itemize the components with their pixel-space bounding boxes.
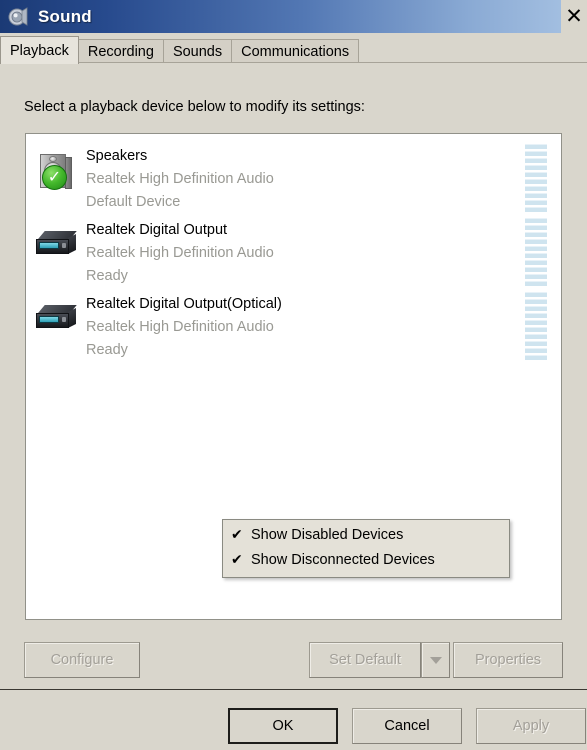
- device-icon-wrap: [26, 215, 86, 277]
- set-default-button[interactable]: Set Default: [309, 642, 421, 678]
- device-name: Realtek Digital Output(Optical): [86, 296, 282, 312]
- device-action-buttons: Configure Set Default Properties: [0, 635, 587, 681]
- close-button[interactable]: ✕: [561, 0, 587, 33]
- set-default-dropdown-button[interactable]: [421, 642, 450, 678]
- device-name: Speakers: [86, 148, 148, 164]
- check-glyph: ✓: [47, 166, 62, 186]
- window-title: Sound: [38, 6, 92, 26]
- tab-recording[interactable]: Recording: [77, 39, 164, 64]
- device-driver: Realtek High Definition Audio: [86, 245, 274, 261]
- sound-dialog: Sound ✕ Playback Recording Sounds Commun…: [0, 0, 587, 750]
- device-icon-wrap: ✓: [26, 141, 86, 203]
- device-text-block: Speakers Realtek High Definition Audio D…: [86, 141, 561, 214]
- context-menu[interactable]: ✔ Show Disabled Devices ✔ Show Disconnec…: [222, 519, 510, 578]
- volume-meter: [525, 292, 547, 362]
- device-driver: Realtek High Definition Audio: [86, 171, 274, 187]
- configure-button[interactable]: Configure: [24, 642, 140, 678]
- device-list-item-speakers[interactable]: ✓ Speakers Realtek High Definition Audio…: [26, 134, 561, 212]
- device-driver: Realtek High Definition Audio: [86, 319, 274, 335]
- device-status: Ready: [86, 342, 128, 358]
- playback-panel: Select a playback device below to modify…: [0, 62, 587, 689]
- menu-item-show-disconnected-devices[interactable]: ✔ Show Disconnected Devices: [223, 548, 509, 573]
- chevron-down-icon: [429, 656, 442, 664]
- digital-output-icon: [35, 305, 77, 335]
- device-icon-wrap: [26, 289, 86, 351]
- instruction-text: Select a playback device below to modify…: [24, 99, 365, 115]
- digital-output-icon: [35, 231, 77, 261]
- device-list-item-digital-output-optical[interactable]: Realtek Digital Output(Optical) Realtek …: [26, 282, 561, 360]
- tab-playback[interactable]: Playback: [0, 36, 79, 64]
- properties-button[interactable]: Properties: [453, 642, 563, 678]
- device-name: Realtek Digital Output: [86, 222, 228, 238]
- device-list-item-digital-output[interactable]: Realtek Digital Output Realtek High Defi…: [26, 208, 561, 286]
- device-text-block: Realtek Digital Output Realtek High Defi…: [86, 215, 561, 288]
- title-bar: Sound ✕: [0, 0, 587, 33]
- tab-communications[interactable]: Communications: [231, 39, 360, 64]
- checkmark-icon: ✔: [231, 527, 243, 543]
- tab-strip: Playback Recording Sounds Communications: [0, 33, 587, 64]
- dialog-footer: OK Cancel Apply: [0, 690, 587, 750]
- default-device-check-icon: ✓: [42, 165, 67, 190]
- speaker-icon: [7, 6, 29, 28]
- menu-item-show-disabled-devices[interactable]: ✔ Show Disabled Devices: [223, 523, 509, 548]
- tab-sounds[interactable]: Sounds: [162, 39, 233, 64]
- volume-meter: [525, 144, 547, 214]
- checkmark-icon: ✔: [231, 552, 243, 568]
- close-icon: ✕: [565, 4, 583, 28]
- ok-button[interactable]: OK: [228, 708, 338, 744]
- device-text-block: Realtek Digital Output(Optical) Realtek …: [86, 289, 561, 362]
- cancel-button[interactable]: Cancel: [352, 708, 462, 744]
- menu-item-label: Show Disconnected Devices: [251, 552, 435, 568]
- volume-meter: [525, 218, 547, 288]
- apply-button[interactable]: Apply: [476, 708, 586, 744]
- menu-item-label: Show Disabled Devices: [251, 527, 404, 543]
